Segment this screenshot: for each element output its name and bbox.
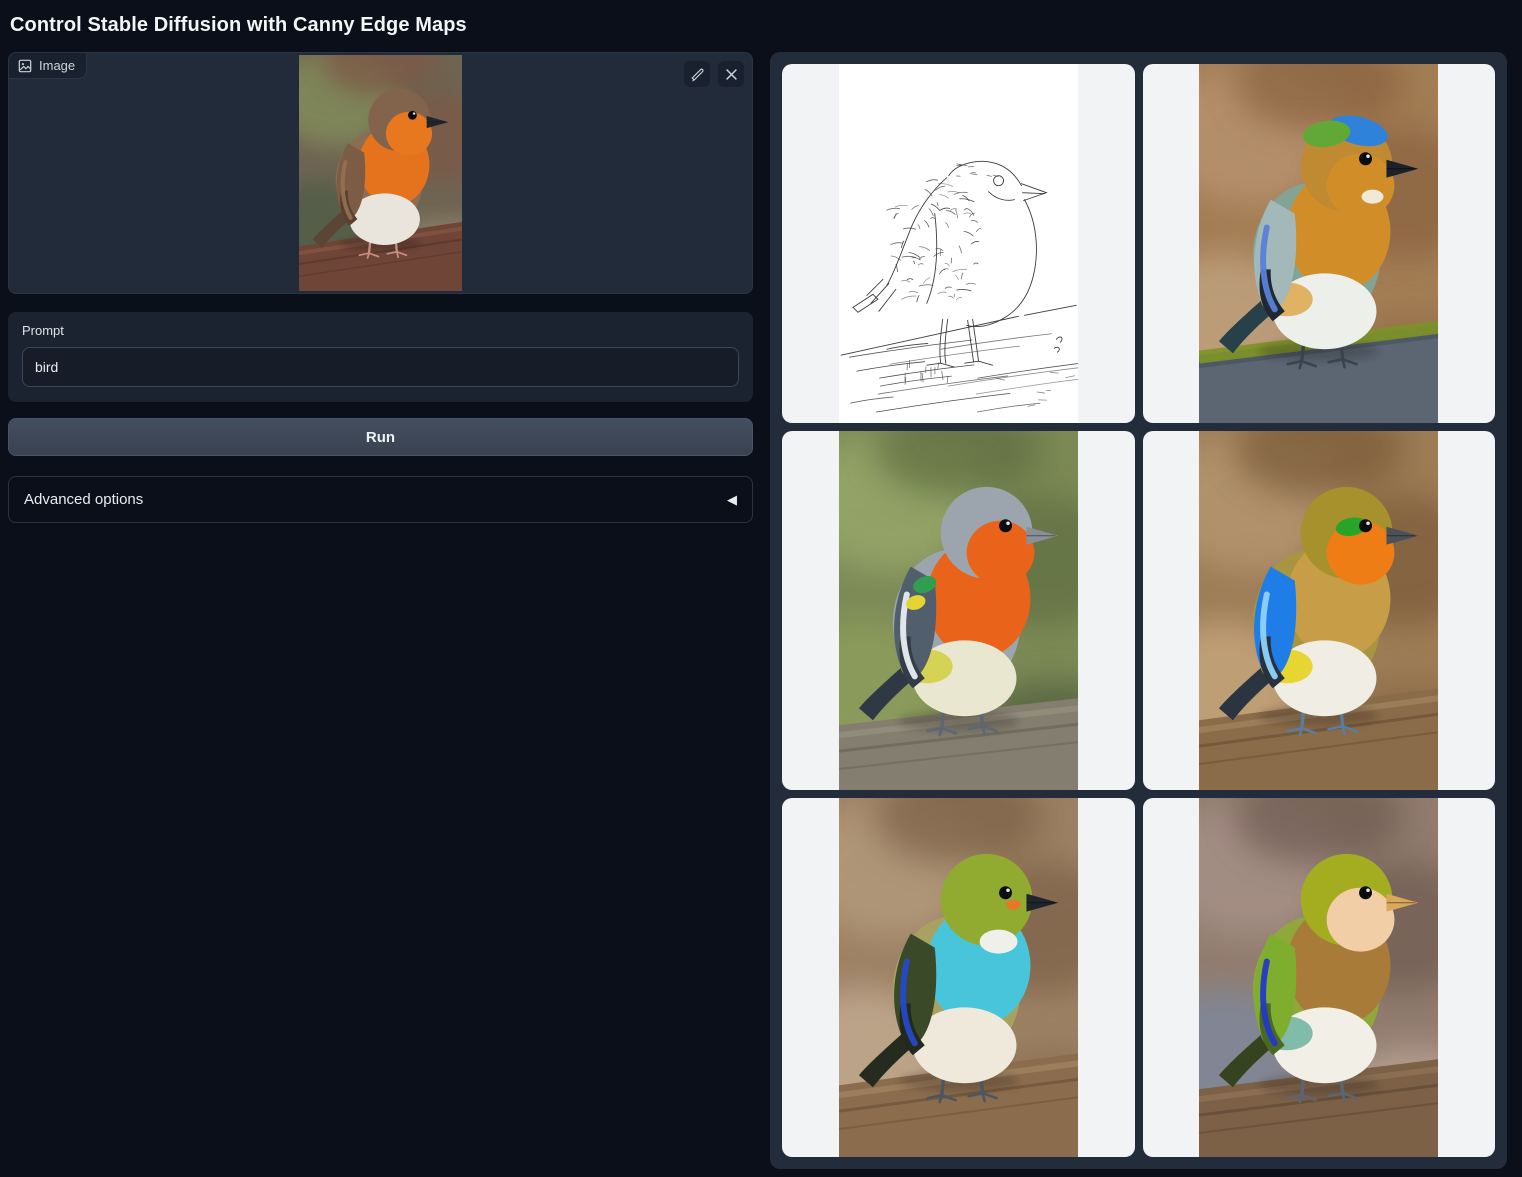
run-button[interactable]: Run (8, 418, 753, 456)
advanced-options-label: Advanced options (24, 491, 143, 508)
canny-edge-image (839, 64, 1078, 423)
image-icon (18, 59, 32, 73)
output-gallery (770, 52, 1507, 1169)
advanced-options-accordion[interactable]: Advanced options ◀ (8, 476, 753, 523)
prompt-label: Prompt (22, 323, 739, 338)
gallery-item[interactable] (782, 64, 1135, 423)
generated-bird-image (839, 798, 1078, 1157)
controls-column: Image (8, 52, 753, 523)
accordion-collapsed-arrow-icon: ◀ (727, 493, 737, 506)
image-component-label-text: Image (39, 58, 75, 73)
pencil-icon (690, 67, 705, 82)
close-icon (725, 68, 738, 81)
gallery-item[interactable] (1143, 64, 1496, 423)
prompt-input[interactable] (22, 347, 739, 387)
gallery-item[interactable] (1143, 431, 1496, 790)
output-column (770, 52, 1507, 1169)
generated-bird-image (1199, 64, 1438, 423)
generated-bird-image (1199, 431, 1438, 790)
app-page: Control Stable Diffusion with Canny Edge… (0, 0, 1522, 1177)
edit-image-button[interactable] (684, 61, 710, 87)
page-title: Control Stable Diffusion with Canny Edge… (10, 14, 1507, 37)
image-upload-component[interactable]: Image (8, 52, 753, 294)
gallery-item[interactable] (1143, 798, 1496, 1157)
gallery-item[interactable] (782, 431, 1135, 790)
image-component-label: Image (9, 53, 87, 79)
clear-image-button[interactable] (718, 61, 744, 87)
prompt-block: Prompt (8, 312, 753, 402)
generated-bird-image (1199, 798, 1438, 1157)
gallery-item[interactable] (782, 798, 1135, 1157)
input-image (299, 55, 462, 291)
generated-bird-image (839, 431, 1078, 790)
